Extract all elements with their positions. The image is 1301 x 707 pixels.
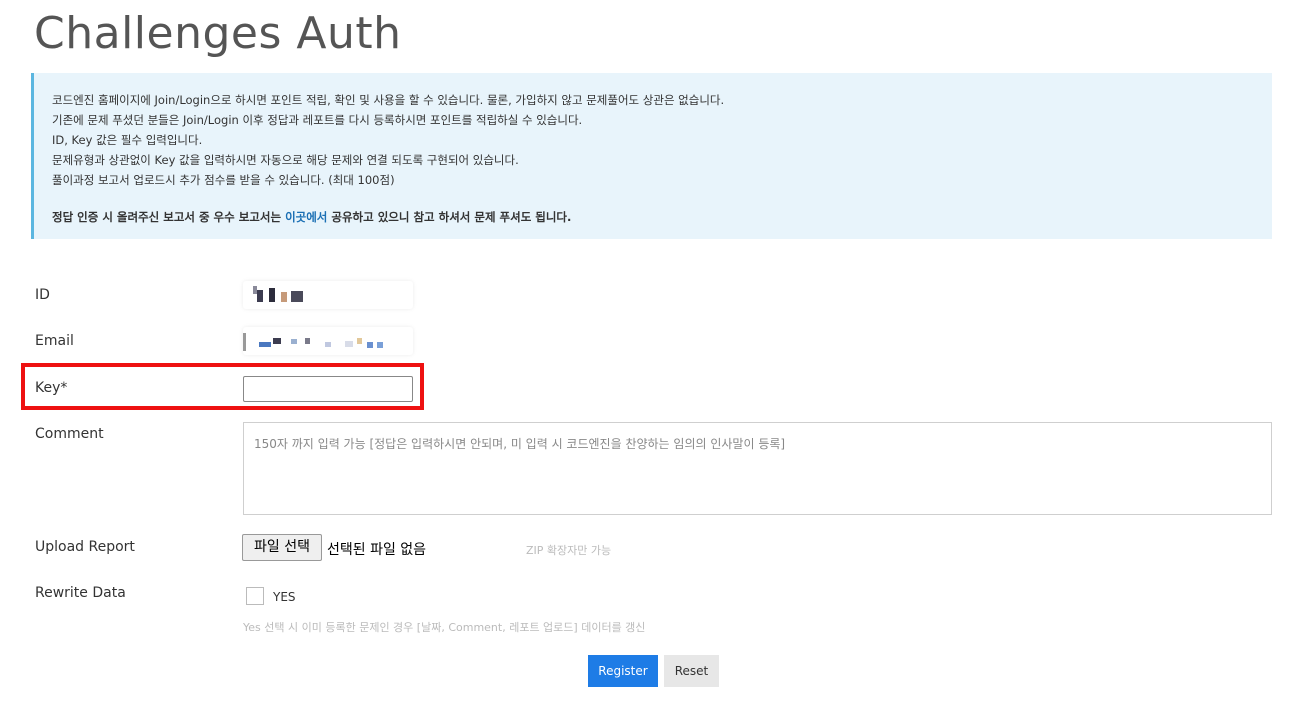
redaction-pixel — [305, 338, 310, 344]
redaction-pixel — [345, 341, 353, 347]
redaction-pixel — [357, 338, 362, 344]
notice-bold-suffix: 공유하고 있으니 참고 하셔서 문제 푸셔도 됩니다. — [327, 210, 572, 224]
notice-bold-line: 정답 인증 시 올려주신 보고서 중 우수 보고서는 이곳에서 공유하고 있으니… — [52, 207, 1272, 227]
comment-label: Comment — [35, 426, 104, 442]
zip-hint: ZIP 확장자만 가능 — [526, 544, 612, 557]
redaction-pixel — [377, 342, 383, 348]
comment-textarea[interactable]: 150자 까지 입력 가능 [정답은 입력하시면 안되며, 미 입력 시 코드엔… — [243, 422, 1272, 515]
id-label: ID — [35, 287, 50, 303]
redaction-pixel — [257, 290, 263, 302]
redaction-pixel — [269, 288, 275, 302]
rewrite-data-label: Rewrite Data — [35, 585, 126, 601]
redaction-pixel — [325, 342, 331, 347]
reset-button[interactable]: Reset — [664, 655, 719, 687]
key-label: Key* — [35, 380, 68, 396]
email-label: Email — [35, 333, 74, 349]
redaction-pixel — [291, 291, 303, 302]
choose-file-button[interactable]: 파일 선택 — [242, 534, 322, 561]
register-button[interactable]: Register — [588, 655, 658, 687]
redaction-pixel — [291, 339, 297, 344]
upload-report-label: Upload Report — [35, 539, 135, 555]
rewrite-hint: Yes 선택 시 이미 등록한 문제인 경우 [날짜, Comment, 레포트… — [243, 621, 646, 634]
notice-line: ID, Key 값은 필수 입력입니다. — [52, 133, 203, 147]
notice-line: 문제유형과 상관없이 Key 값을 입력하시면 자동으로 해당 문제와 연결 되… — [52, 153, 519, 167]
key-input[interactable] — [243, 376, 413, 402]
reports-link[interactable]: 이곳에서 — [285, 210, 327, 224]
redaction-pixel — [367, 342, 373, 348]
redaction-pixel — [259, 342, 271, 347]
page-title: Challenges Auth — [34, 8, 402, 59]
redaction-pixel — [281, 292, 287, 302]
redaction-pixel — [273, 338, 281, 344]
email-field-redacted[interactable] — [243, 327, 413, 355]
rewrite-yes-label[interactable]: YES — [273, 590, 296, 604]
notice-line: 풀이과정 보고서 업로드시 추가 점수를 받을 수 있습니다. (최대 100점… — [52, 173, 395, 187]
id-field-redacted[interactable] — [243, 281, 413, 309]
rewrite-checkbox[interactable] — [246, 587, 264, 605]
file-status-text: 선택된 파일 없음 — [327, 542, 427, 558]
notice-bold-prefix: 정답 인증 시 올려주신 보고서 중 우수 보고서는 — [52, 210, 286, 224]
redaction-pixel — [243, 333, 246, 351]
notice-line: 기존에 문제 푸셨던 분들은 Join/Login 이후 정답과 레포트를 다시… — [52, 113, 583, 127]
notice-line: 코드엔진 홈페이지에 Join/Login으로 하시면 포인트 적립, 확인 및… — [52, 93, 725, 107]
notice-box: 코드엔진 홈페이지에 Join/Login으로 하시면 포인트 적립, 확인 및… — [31, 73, 1272, 239]
